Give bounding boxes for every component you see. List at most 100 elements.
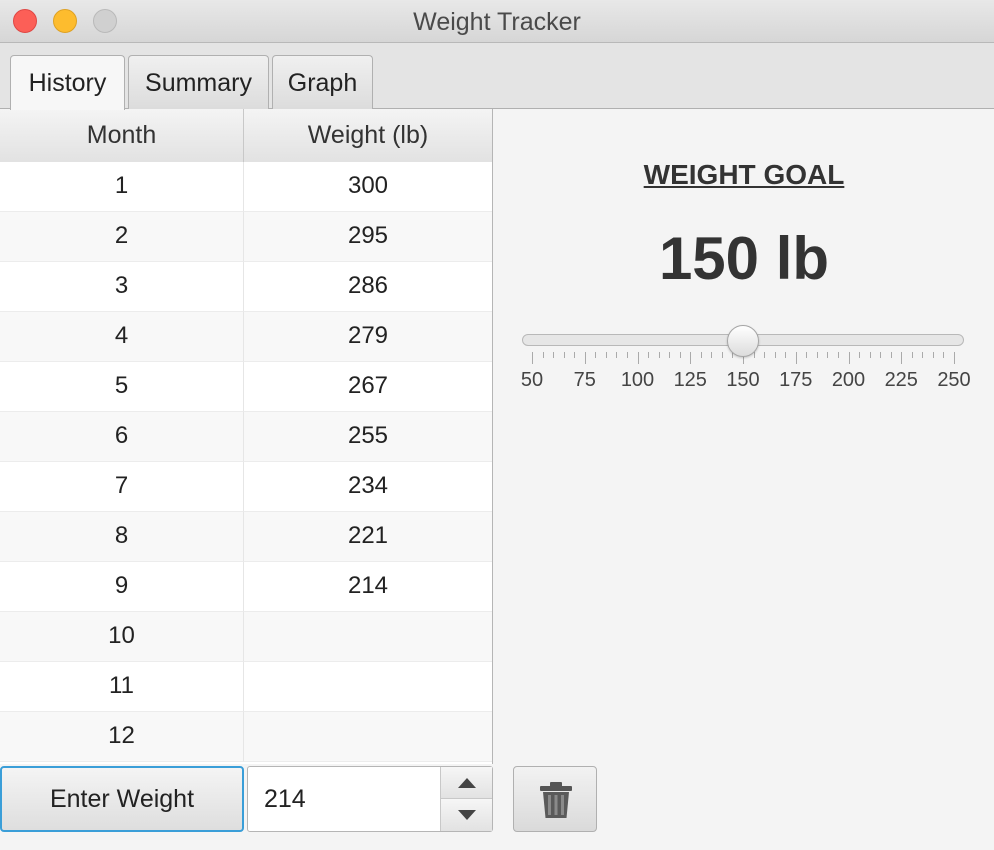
table-row[interactable]: 5 267 [0,362,492,412]
tab-bar: History Summary Graph [0,43,994,110]
cell-weight [244,612,492,662]
cell-weight: 286 [244,262,492,312]
minor-tick [542,352,544,358]
minor-tick [774,352,776,358]
table-row[interactable]: 6 255 [0,412,492,462]
weight-history-table[interactable]: Month Weight (lb) 1 300 2 295 3 286 4 279 5 267 6 2… [0,109,493,764]
minor-tick [553,352,555,358]
title-bar: Weight Tracker [0,0,994,43]
cell-month: 7 [0,462,244,512]
tick-label: 225 [884,369,918,391]
tick-label: 100 [620,369,655,391]
spinner-buttons [440,767,492,831]
minor-tick [711,352,713,358]
slider-thumb[interactable] [727,325,759,357]
enter-weight-button[interactable]: Enter Weight [0,766,244,832]
table-row[interactable]: 2 295 [0,212,492,262]
column-header-month[interactable]: Month [0,109,244,162]
minor-tick [626,352,628,358]
window-title: Weight Tracker [413,8,581,36]
tick-label: 175 [779,369,813,391]
minor-tick [605,352,607,358]
cell-month: 9 [0,562,244,612]
minor-tick [669,352,671,358]
table-row[interactable]: 8 221 [0,512,492,562]
tick-label: 50 [520,369,544,391]
table-row[interactable]: 1 300 [0,162,492,212]
minor-tick [721,352,723,358]
tick-label: 75 [573,369,596,391]
cell-month: 11 [0,662,244,712]
slider-tick-labels: 50 75 100 125 150 175 200 225 250 [521,369,971,393]
table-row[interactable]: 3 286 [0,262,492,312]
cell-month: 8 [0,512,244,562]
minor-tick [700,352,702,358]
minor-tick [922,352,924,358]
cell-month: 10 [0,612,244,662]
tick-label: 250 [937,369,971,391]
weight-spinner[interactable]: 214 [247,766,493,832]
increment-button[interactable] [441,767,492,799]
minor-tick [595,352,597,358]
cell-weight: 279 [244,312,492,362]
cell-month: 6 [0,412,244,462]
cell-month: 12 [0,712,244,762]
history-tab-content: Month Weight (lb) 1 300 2 295 3 286 4 279 5 267 6 2… [0,109,994,850]
cell-weight: 255 [244,412,492,462]
minor-tick [869,352,871,358]
tick-label: 200 [831,369,866,391]
table-row[interactable]: 4 279 [0,312,492,362]
cell-weight: 300 [244,162,492,212]
major-tick [954,352,955,364]
cell-weight: 267 [244,362,492,412]
weight-goal-value: 150 lb [658,225,830,292]
cell-weight: 234 [244,462,492,512]
table-row[interactable]: 10 [0,612,492,662]
cell-weight: 221 [244,512,492,562]
major-tick [795,352,797,364]
minor-tick [911,352,913,358]
major-tick [637,352,639,364]
tick-label: 150 [726,369,760,391]
cell-month: 5 [0,362,244,412]
tab-history[interactable]: History [10,55,125,110]
minor-tick [658,352,660,358]
minor-tick [679,352,681,358]
minor-tick [574,352,576,358]
table-row[interactable]: 11 [0,662,492,712]
table-body: 1 300 2 295 3 286 4 279 5 267 6 255 7 234 8 221 9 214 10 11… [0,162,492,762]
minor-tick [827,352,829,358]
up-arrow-icon [458,778,476,788]
cell-weight: 295 [244,212,492,262]
minor-tick [890,352,892,358]
tab-graph[interactable]: Graph [272,55,373,109]
major-tick [901,352,903,364]
minor-tick [806,352,808,358]
weight-input[interactable]: 214 [248,767,441,831]
cell-weight [244,662,492,712]
cell-weight: 214 [244,562,492,612]
cell-month: 3 [0,262,244,312]
minor-tick [785,352,787,358]
minor-tick [563,352,565,358]
delete-button[interactable] [513,766,597,832]
minor-tick [932,352,934,358]
down-arrow-icon [458,810,476,820]
minor-tick [837,352,839,358]
tab-summary[interactable]: Summary [128,55,269,109]
tick-label: 125 [673,369,707,391]
table-row[interactable]: 9 214 [0,562,492,612]
minor-tick [880,352,882,358]
weight-goal-slider[interactable]: 50 75 100 125 150 175 200 225 250 [521,325,971,391]
trash-icon [540,782,572,818]
table-row[interactable]: 7 234 [0,462,492,512]
minor-tick [943,352,945,358]
table-header: Month Weight (lb) [0,109,492,162]
minor-tick [816,352,818,358]
table-row[interactable]: 12 [0,712,492,762]
minor-tick [859,352,861,358]
major-tick [848,352,850,364]
column-header-weight[interactable]: Weight (lb) [244,109,492,162]
decrement-button[interactable] [441,799,492,831]
major-tick [690,352,692,364]
